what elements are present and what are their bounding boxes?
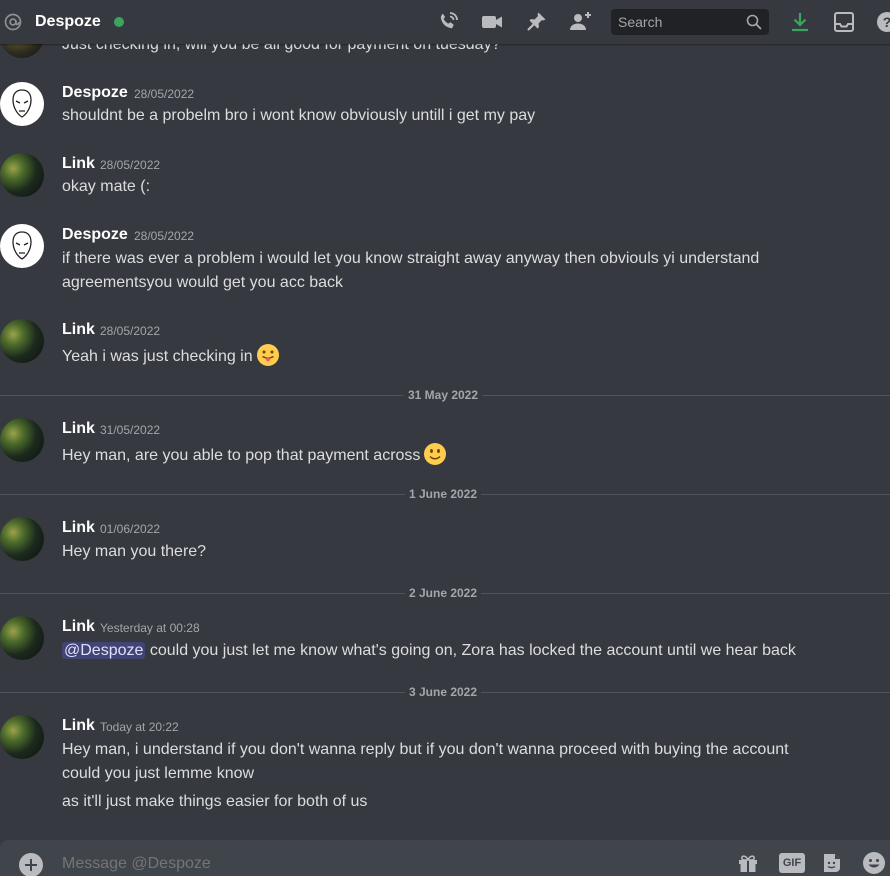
- avatar[interactable]: [0, 418, 44, 462]
- message-content: okay mate (:: [62, 178, 151, 195]
- emoji-picker-icon[interactable]: [862, 851, 886, 875]
- message-author[interactable]: Despoze: [62, 82, 128, 104]
- avatar[interactable]: [0, 82, 44, 126]
- user-mention[interactable]: @Despoze: [62, 642, 146, 659]
- inbox-icon[interactable]: [832, 10, 856, 34]
- message-timestamp: Yesterday at 00:28: [100, 621, 200, 635]
- message-timestamp: 01/06/2022: [100, 522, 161, 536]
- date-divider-label: 1 June 2022: [404, 487, 482, 501]
- message-text: could you just let me know what's going …: [145, 642, 796, 659]
- add-friend-icon[interactable]: [568, 10, 592, 34]
- sticker-icon[interactable]: [820, 851, 844, 875]
- message-timestamp: 28/05/2022: [134, 229, 195, 243]
- avatar[interactable]: [0, 153, 44, 197]
- pin-icon[interactable]: [524, 10, 548, 34]
- video-call-icon[interactable]: [480, 10, 504, 34]
- message-author[interactable]: Link: [62, 616, 95, 638]
- message-author[interactable]: Despoze: [62, 224, 128, 246]
- help-icon[interactable]: ?: [875, 10, 890, 34]
- avatar[interactable]: [0, 224, 44, 268]
- search-placeholder: Search: [618, 14, 663, 30]
- date-divider-label: 31 May 2022: [403, 388, 483, 402]
- avatar[interactable]: [0, 715, 44, 759]
- svg-text:?: ?: [883, 14, 890, 30]
- message-author[interactable]: Link: [62, 715, 95, 737]
- message-content: as it'll just make things easier for bot…: [62, 793, 368, 810]
- gift-icon[interactable]: [736, 851, 760, 875]
- message-content: Hey man, i understand if you don't wanna…: [62, 741, 789, 758]
- message-content: could you just lemme know: [62, 765, 255, 782]
- despoze-mask-avatar-icon: [12, 89, 32, 118]
- message-composer: GIF: [0, 840, 890, 876]
- avatar[interactable]: [0, 517, 44, 561]
- message-content: shouldnt be a probelm bro i wont know ob…: [62, 107, 536, 124]
- message-author[interactable]: Link: [62, 319, 95, 341]
- avatar[interactable]: [0, 616, 44, 660]
- message-content: Hey man you there?: [62, 543, 207, 560]
- message-content: agreementsyou would get you acc back: [62, 274, 344, 291]
- online-status-indicator: [114, 17, 124, 27]
- channel-header: Despoze Search ?: [0, 0, 890, 44]
- date-divider-label: 3 June 2022: [404, 685, 482, 699]
- message-text: Hey man, are you able to pop that paymen…: [62, 447, 421, 464]
- voice-call-icon[interactable]: [436, 10, 460, 34]
- message-content: Yeah i was just checking in: [62, 343, 280, 368]
- tongue-out-emoji-icon: [256, 344, 279, 366]
- gif-icon[interactable]: GIF: [779, 853, 805, 873]
- message-content: @Despoze could you just let me know what…: [62, 640, 796, 662]
- message-timestamp: 31/05/2022: [100, 423, 161, 437]
- message-content: if there was ever a problem i would let …: [62, 250, 760, 267]
- message-text: Yeah i was just checking in: [62, 348, 253, 365]
- avatar[interactable]: [0, 44, 44, 58]
- message-author[interactable]: Link: [62, 418, 95, 440]
- search-input[interactable]: Search: [611, 9, 769, 35]
- message-content: Just checking in, will you be all good f…: [62, 44, 501, 53]
- message-timestamp: 28/05/2022: [100, 158, 161, 172]
- despoze-mask-avatar-icon: [12, 231, 32, 260]
- add-attachment-icon[interactable]: [19, 853, 43, 876]
- slight-smile-emoji-icon: [424, 443, 447, 465]
- message-timestamp: 28/05/2022: [100, 324, 161, 338]
- message-timestamp: 28/05/2022: [134, 87, 195, 101]
- message-author[interactable]: Link: [62, 517, 95, 539]
- download-icon[interactable]: [788, 10, 812, 34]
- message-input[interactable]: [62, 854, 702, 874]
- search-icon: [746, 14, 762, 30]
- dm-title: Despoze: [35, 13, 101, 30]
- message-timestamp: Today at 20:22: [100, 720, 179, 734]
- at-icon: [4, 13, 22, 31]
- message-author[interactable]: Link: [62, 153, 95, 175]
- avatar[interactable]: [0, 319, 44, 363]
- message-content: Hey man, are you able to pop that paymen…: [62, 442, 447, 467]
- date-divider-label: 2 June 2022: [404, 586, 482, 600]
- message-list[interactable]: Just checking in, will you be all good f…: [0, 44, 890, 840]
